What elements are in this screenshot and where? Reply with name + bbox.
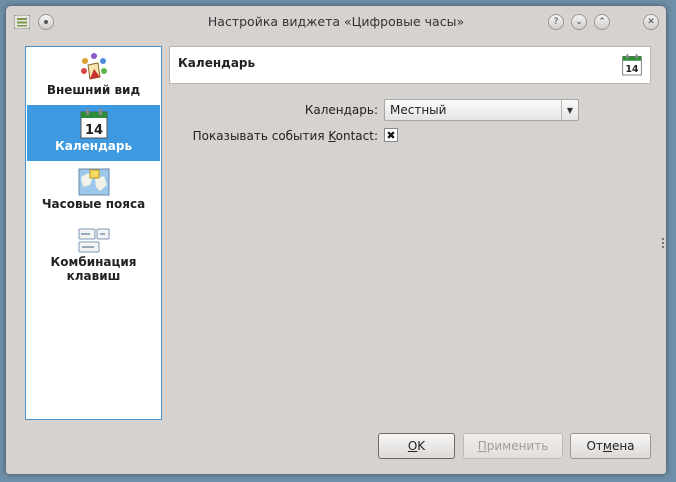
maximize-button[interactable]: ⌃ (594, 14, 610, 30)
ok-button[interactable]: OK (378, 433, 455, 459)
calendar-select[interactable]: Местный ▼ (384, 99, 579, 121)
window-title: Настройка виджета «Цифровые часы» (207, 14, 465, 29)
show-events-label: Показывать события Kontact: (178, 129, 378, 143)
sidebar-item-label: Календарь (54, 139, 133, 153)
close-icon: ✕ (647, 16, 655, 27)
keyboard-shortcut-icon (78, 228, 109, 253)
apply-button[interactable]: Применить (463, 433, 563, 459)
cancel-label-part: ена (611, 439, 635, 453)
appearance-icon (80, 53, 107, 80)
close-button[interactable]: ✕ (643, 14, 659, 30)
page-header: Календарь 14 (169, 46, 651, 84)
show-events-checkbox[interactable]: ✖ (384, 128, 398, 142)
ok-label-rest: K (417, 439, 426, 453)
apply-accel: П (477, 439, 487, 453)
calendar-label: Календарь: (304, 103, 378, 117)
sidebar-item-timezones[interactable]: Часовые пояса (27, 167, 160, 219)
dialog-window: Настройка виджета «Цифровые часы» ? ⌄ ⌃ … (6, 6, 666, 474)
sidebar-item-label: Внешний вид (46, 83, 141, 97)
calendar-icon-number: 14 (84, 123, 102, 138)
cancel-label-part: От (586, 439, 603, 453)
header-icon-number: 14 (626, 64, 639, 75)
sidebar-item-label: Комбинация клавиш (50, 255, 137, 283)
sidebar-item-label: Часовые пояса (41, 197, 146, 211)
calendar-icon: 14 (622, 54, 642, 76)
calendar-select-value: Местный (390, 103, 447, 117)
title-bar[interactable]: Настройка виджета «Цифровые часы» ? ⌄ ⌃ … (6, 6, 666, 38)
help-button[interactable]: ? (548, 14, 564, 30)
sidebar-item-shortcut[interactable]: Комбинация клавиш (27, 225, 160, 291)
timezones-map-icon (78, 168, 109, 196)
splitter-handle[interactable] (662, 238, 664, 248)
checkmark-icon: ✖ (386, 128, 396, 142)
cancel-button[interactable]: Отмена (570, 433, 651, 459)
minimize-button[interactable]: ⌄ (571, 14, 587, 30)
show-events-accel: K (328, 129, 336, 143)
category-sidebar: Внешний вид 14 Календарь Часовые пояса К… (25, 46, 162, 420)
ok-accel: O (407, 439, 418, 453)
sidebar-item-appearance[interactable]: Внешний вид (27, 51, 160, 101)
cancel-accel: м (602, 439, 612, 453)
chevron-up-icon: ⌃ (598, 16, 606, 27)
chevron-down-icon: ⌄ (575, 16, 583, 27)
help-icon: ? (553, 16, 559, 27)
calendar-icon: 14 (80, 109, 107, 139)
sidebar-item-calendar[interactable]: 14 Календарь (27, 105, 160, 161)
chevron-down-icon[interactable]: ▼ (561, 100, 578, 120)
apply-label-rest: рименить (486, 439, 549, 453)
page-title: Календарь (178, 56, 256, 70)
show-events-label-part: ontact: (335, 129, 378, 143)
show-events-label-part: Показывать события (192, 129, 329, 143)
